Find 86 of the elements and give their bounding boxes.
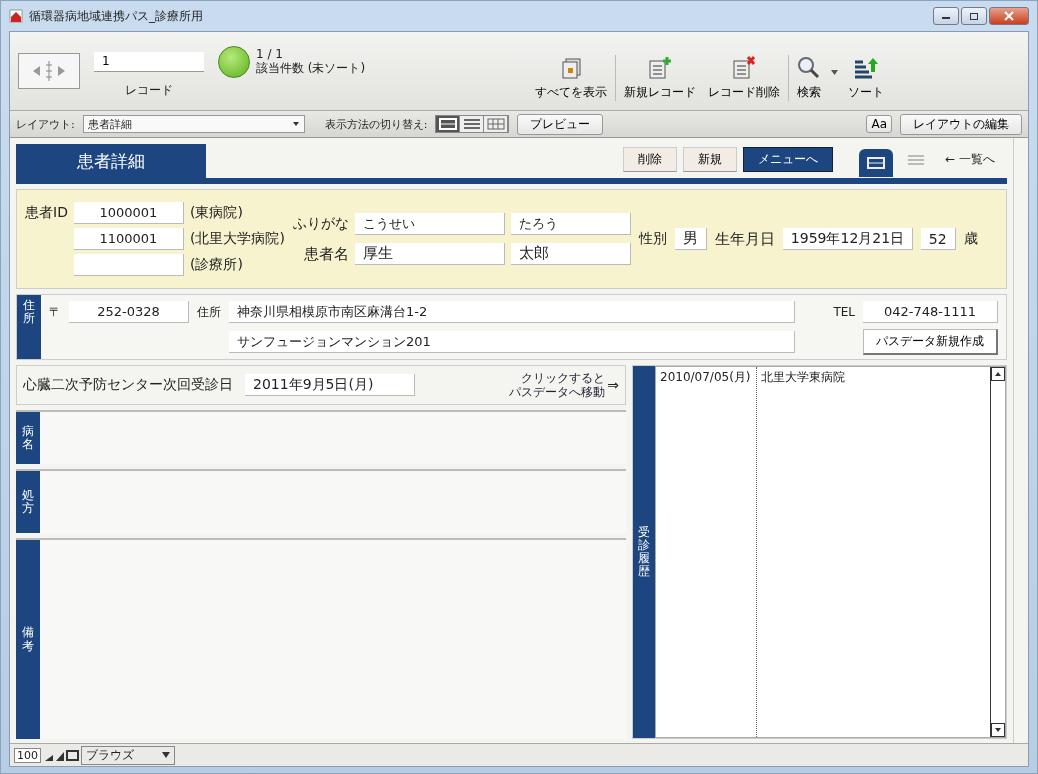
furigana-field[interactable]: こうせい	[354, 213, 505, 235]
list-link[interactable]: ← 一覧へ	[945, 151, 995, 168]
close-icon	[1004, 11, 1014, 21]
birth-date-label: 生年月日	[714, 229, 775, 249]
layout-label: レイアウト:	[16, 116, 75, 132]
hospital-cell-text: 北里大学東病院	[760, 369, 846, 386]
view-mode-icon	[485, 116, 506, 132]
caret-icon	[162, 752, 170, 758]
maximize-button[interactable]	[961, 7, 987, 25]
found-count: 1 / 1	[256, 48, 284, 62]
scroll-up-icon[interactable]	[991, 367, 1005, 381]
furigana-field[interactable]: たろう	[510, 213, 631, 235]
hospital-note: (北里大学病院)	[189, 230, 285, 248]
toolbar-button[interactable]: すべてを表示	[529, 58, 613, 101]
tel-field[interactable]: 042-748-1111	[863, 301, 998, 323]
address-section-label: 住所	[17, 295, 41, 359]
delete-record-icon	[731, 56, 757, 80]
section-label: 病名	[16, 412, 40, 464]
toolbar-button[interactable]: レコード削除	[702, 56, 786, 101]
furigana-label: ふりがな	[292, 215, 349, 233]
caret-icon[interactable]	[831, 70, 838, 75]
sex-field[interactable]: 男	[674, 228, 707, 250]
preview-button[interactable]: プレビュー	[517, 113, 604, 135]
new-path-data-button[interactable]: パスデータ新規作成	[863, 329, 998, 355]
view-toggle[interactable]	[484, 116, 509, 132]
sex-label: 性別	[638, 230, 667, 248]
view-switch-label: 表示方法の切り替え:	[324, 116, 428, 132]
section-label: 処方	[16, 471, 40, 533]
tel-label: TEL	[833, 305, 855, 319]
record-number-field[interactable]: 1	[94, 51, 204, 72]
age-field[interactable]: 52	[920, 228, 956, 250]
next-visit-label: 心臓二次予防センター次回受診日	[23, 376, 233, 394]
edit-layout-button[interactable]: レイアウトの編集	[900, 113, 1022, 135]
stacked-cards-icon	[560, 58, 582, 80]
caret-icon	[291, 121, 300, 127]
patient-id-field[interactable]	[73, 254, 184, 276]
toolbar-button[interactable]: ソート	[842, 56, 890, 101]
record-label: レコード	[125, 81, 173, 99]
found-status: 該当件数 (未ソート)	[256, 62, 366, 76]
header-button[interactable]: 新規	[683, 147, 738, 172]
mode-dropdown[interactable]: ブラウズ	[81, 745, 175, 765]
address-field[interactable]: サンフュージョンマンション201	[229, 331, 796, 353]
age-unit: 歳	[963, 230, 978, 248]
page-title: 患者詳細	[16, 144, 206, 178]
app-icon	[9, 9, 23, 23]
toolbar-button[interactable]: 新規レコード	[618, 56, 702, 101]
toolbar-button[interactable]: 検索	[791, 56, 827, 101]
close-button[interactable]	[989, 7, 1029, 25]
status-dot-icon	[218, 46, 250, 78]
patient-id-label: 患者ID	[25, 204, 68, 222]
history-section-label: 受診履歴	[633, 366, 655, 738]
window-title: 循環器病地域連携パス_診療所用	[29, 7, 203, 25]
font-button[interactable]: Aa	[866, 115, 892, 133]
patient-name-field[interactable]: 厚生	[354, 243, 505, 265]
birth-date-field[interactable]: 1959年12月21日	[782, 228, 913, 250]
next-visit-date-field[interactable]: 2011年9月5日(月)	[245, 374, 415, 396]
address-label: 住所	[197, 303, 221, 321]
minimize-button[interactable]	[933, 7, 959, 25]
new-record-icon	[647, 56, 673, 80]
record-book-button[interactable]	[18, 53, 80, 89]
address-field[interactable]: 神奈川県相模原市南区麻溝台1-2	[229, 301, 796, 323]
hospital-note: (診療所)	[189, 256, 244, 274]
header-button[interactable]: 削除	[623, 147, 678, 172]
patient-name-label: 患者名	[302, 244, 349, 264]
patient-id-field[interactable]: 1100001	[73, 228, 184, 250]
header-button[interactable]: メニューへ	[743, 147, 834, 172]
maximize-icon	[969, 12, 979, 20]
view-mode-icon	[866, 154, 887, 171]
view-toggle[interactable]	[460, 116, 485, 132]
visit-date-cell-text: 2010/07/05(月)	[659, 369, 752, 386]
postal-mark: 〒	[49, 303, 61, 321]
section-label: 備考	[16, 540, 40, 739]
zoom-icon[interactable]	[43, 748, 79, 762]
view-tab[interactable]	[859, 148, 894, 177]
hospital-note: (東病院)	[189, 204, 244, 222]
layout-dropdown[interactable]: 患者詳細	[82, 115, 305, 133]
zoom-level[interactable]: 100	[14, 747, 41, 763]
patient-name-field[interactable]: 太郎	[510, 243, 631, 265]
view-mode-icon	[461, 116, 482, 132]
postal-code-field[interactable]: 252-0328	[69, 301, 189, 323]
view-mode-icon	[437, 116, 458, 132]
patient-id-field[interactable]: 1000001	[73, 202, 184, 224]
scroll-down-icon[interactable]	[991, 723, 1005, 737]
search-icon	[797, 56, 821, 80]
sort-icon	[853, 56, 879, 80]
view-toggle[interactable]	[436, 116, 461, 132]
